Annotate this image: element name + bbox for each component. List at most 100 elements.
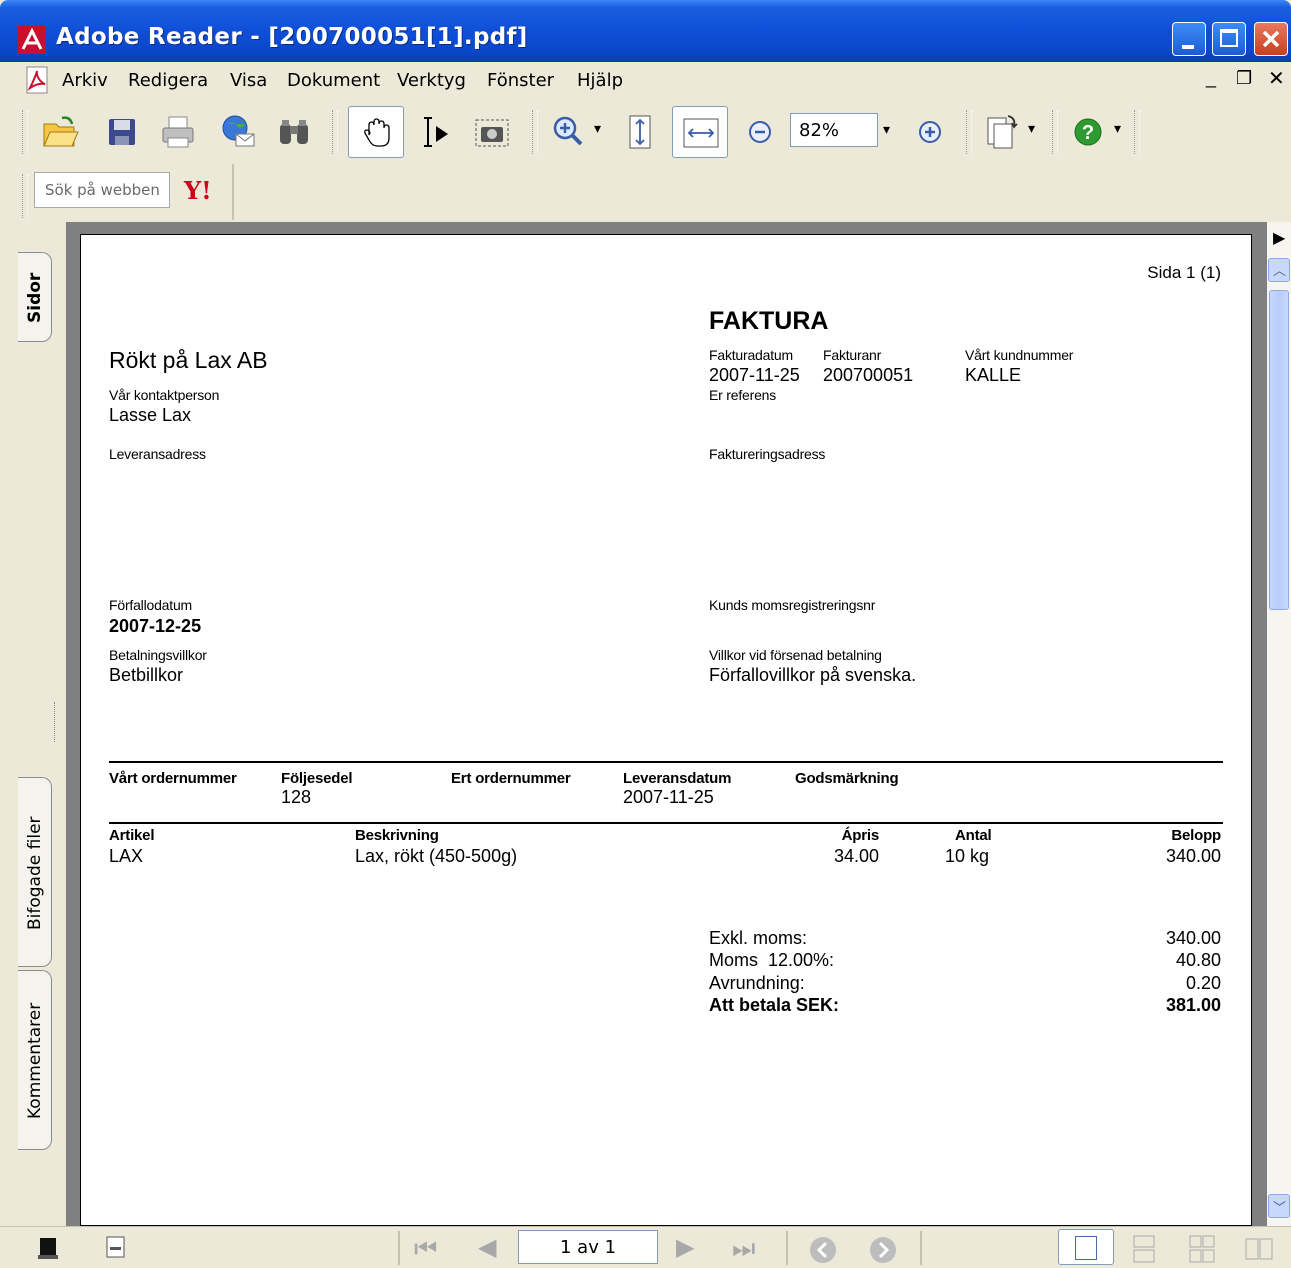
last-page-icon[interactable]: ⏭ xyxy=(732,1233,755,1265)
to-pay-label: Att betala SEK: xyxy=(709,995,840,1015)
menu-bar: Arkiv Redigera Visa Dokument Verktyg Fön… xyxy=(0,62,1291,101)
to-pay-value: 381.00 xyxy=(1165,995,1221,1015)
tab-pages[interactable]: Sidor xyxy=(18,252,52,342)
save-disk-icon xyxy=(109,119,135,145)
customer-number-label: Vårt kundnummer xyxy=(965,347,1074,363)
vat-registration-label: Kunds momsregistreringsnr xyxy=(709,597,876,613)
chevron-down-icon: ▾ xyxy=(883,121,891,137)
pdf-document-icon[interactable] xyxy=(24,66,50,94)
search-button[interactable] xyxy=(274,112,314,152)
help-dropdown-icon[interactable]: ▾ xyxy=(1114,120,1121,137)
zoom-tool-dropdown-icon[interactable]: ▾ xyxy=(594,120,601,137)
zoom-in-tool-button[interactable] xyxy=(548,112,604,152)
rounding-label: Avrundning: xyxy=(709,973,805,993)
amount-header: Belopp xyxy=(1171,827,1221,844)
first-page-icon[interactable]: ⏮ xyxy=(414,1233,437,1265)
continuous-view-icon[interactable] xyxy=(1130,1235,1158,1263)
previous-page-icon[interactable]: ◀ xyxy=(478,1233,496,1262)
forward-view-icon[interactable] xyxy=(868,1235,898,1265)
back-view-icon[interactable] xyxy=(808,1235,838,1265)
delivery-note-value: 128 xyxy=(281,787,312,807)
rotate-dropdown-icon[interactable]: ▾ xyxy=(1028,120,1035,137)
company-name: Rökt på Lax AB xyxy=(109,347,268,373)
maximize-button[interactable] xyxy=(1212,22,1246,56)
menu-redigera[interactable]: Redigera xyxy=(128,70,208,91)
scroll-down-button[interactable]: ﹀ xyxy=(1268,1194,1290,1218)
payment-terms-value: Betbillkor xyxy=(109,665,184,685)
page-thumbnail-icon[interactable] xyxy=(34,1235,62,1261)
zoom-out-button[interactable] xyxy=(742,112,782,152)
excl-vat-value: 340.00 xyxy=(1165,928,1221,948)
fit-page-button[interactable] xyxy=(620,112,660,152)
menu-verktyg[interactable]: Verktyg xyxy=(397,70,466,91)
delivery-address-label: Leveransadress xyxy=(109,446,206,462)
minimize-button[interactable] xyxy=(1172,22,1206,56)
menu-dokument[interactable]: Dokument xyxy=(287,70,380,91)
late-payment-terms-label: Villkor vid försenad betalning xyxy=(709,647,882,663)
menu-visa[interactable]: Visa xyxy=(230,70,267,91)
close-button[interactable] xyxy=(1254,22,1288,56)
email-button[interactable] xyxy=(218,112,258,152)
invoice-date-label: Fakturadatum xyxy=(709,347,793,363)
chevron-down-icon: ﹀ xyxy=(1273,1200,1287,1215)
menu-arkiv[interactable]: Arkiv xyxy=(62,70,108,91)
rotate-view-button[interactable] xyxy=(982,112,1022,152)
snapshot-button[interactable] xyxy=(472,112,512,152)
page-number-label: Sida 1 (1) xyxy=(1147,263,1221,282)
customer-number-value: KALLE xyxy=(965,365,1022,385)
select-text-button[interactable] xyxy=(416,112,456,152)
delivery-note-header: Följesedel xyxy=(281,770,353,787)
menu-hjalp[interactable]: Hjälp xyxy=(577,70,623,91)
yahoo-icon[interactable]: Y! xyxy=(184,176,212,205)
zoom-dropdown-button[interactable]: ▾ xyxy=(880,113,898,147)
save-button[interactable] xyxy=(102,112,142,152)
pdf-page[interactable]: Sida 1 (1) FAKTURA Rökt på Lax AB Vår ko… xyxy=(80,234,1252,1226)
camera-icon xyxy=(475,119,509,147)
web-search-input[interactable]: Sök på webben xyxy=(34,172,170,208)
your-order-header: Ert ordernummer xyxy=(451,770,571,787)
item-amount: 340.00 xyxy=(1165,846,1221,866)
article-header: Artikel xyxy=(109,827,155,844)
tab-comments[interactable]: Kommentarer xyxy=(18,970,52,1150)
binoculars-icon xyxy=(280,120,308,144)
navigation-panel: Sidor Bifogade filer Kommentarer xyxy=(0,222,67,1226)
adobe-reader-logo-icon xyxy=(18,26,46,54)
description-header: Beskrivning xyxy=(355,827,439,844)
scrollbar-thumb[interactable] xyxy=(1269,290,1289,610)
fit-page-icon xyxy=(629,115,651,149)
doc-restore-icon[interactable]: ❐ xyxy=(1236,68,1252,89)
goods-marking-header: Godsmärkning xyxy=(795,770,899,787)
invoice-title: FAKTURA xyxy=(709,307,829,335)
single-page-view-button[interactable] xyxy=(1058,1229,1114,1265)
page-info-icon[interactable] xyxy=(104,1235,128,1261)
minus-circle-icon xyxy=(749,121,771,143)
page-rotate-icon xyxy=(987,115,1018,149)
open-button[interactable] xyxy=(40,112,80,152)
tab-attachments[interactable]: Bifogade filer xyxy=(18,777,52,967)
doc-close-icon[interactable]: ✕ xyxy=(1268,66,1285,91)
tab-attachments-label: Bifogade filer xyxy=(25,816,45,930)
help-button[interactable]: ? xyxy=(1068,112,1108,152)
facing-view-icon[interactable] xyxy=(1244,1235,1274,1263)
facing-continuous-icon[interactable] xyxy=(1188,1235,1216,1263)
panel-resize-handle[interactable] xyxy=(54,702,59,742)
svg-text:?: ? xyxy=(1082,122,1094,144)
fit-width-button[interactable] xyxy=(672,106,728,158)
print-button[interactable] xyxy=(158,112,198,152)
payment-terms-label: Betalningsvillkor xyxy=(109,647,207,663)
zoom-input[interactable]: 82% xyxy=(790,113,878,147)
delivery-date-header: Leveransdatum xyxy=(623,770,732,787)
contact-label: Vår kontaktperson xyxy=(109,387,220,403)
doc-minimize-icon[interactable]: _ xyxy=(1206,68,1216,89)
hand-tool-button[interactable] xyxy=(348,106,404,158)
menu-fonster[interactable]: Fönster xyxy=(487,70,554,91)
tab-pages-label: Sidor xyxy=(25,272,45,324)
rounding-value: 0.20 xyxy=(1185,973,1221,993)
order-number-header: Vårt ordernummer xyxy=(109,770,237,787)
scroll-up-button[interactable]: ︿ xyxy=(1268,258,1290,282)
due-date-label: Förfallodatum xyxy=(109,597,192,613)
next-page-icon[interactable]: ▶ xyxy=(676,1233,694,1262)
panel-expand-arrow-icon[interactable]: ▶ xyxy=(1273,228,1285,248)
zoom-in-button[interactable] xyxy=(910,112,950,152)
page-number-input[interactable]: 1 av 1 xyxy=(518,1230,658,1264)
